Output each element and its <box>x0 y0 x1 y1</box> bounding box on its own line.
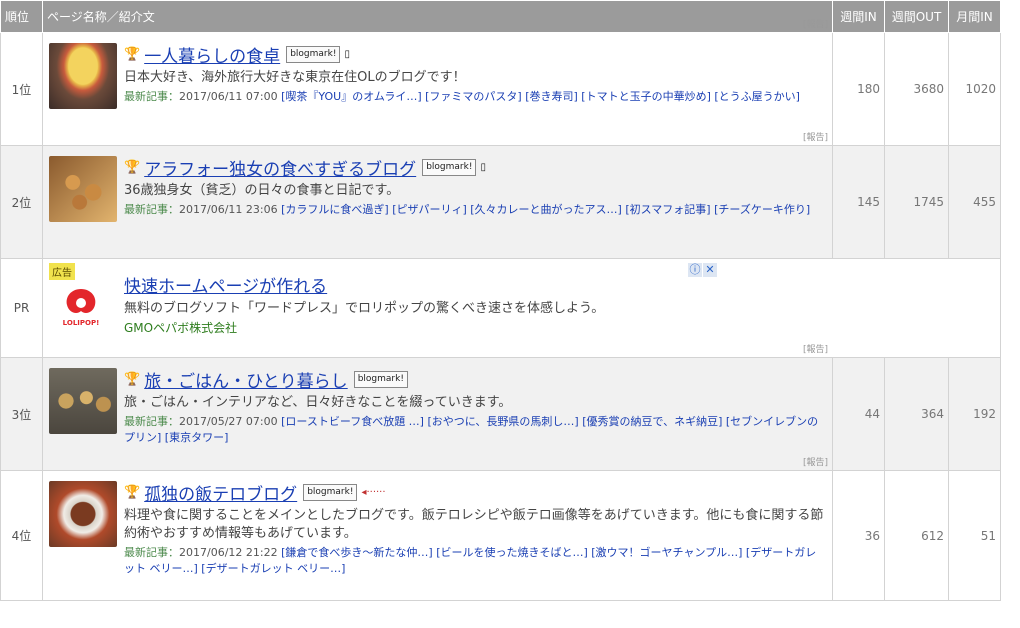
rank-cell: 1位 <box>0 32 43 146</box>
ad-controls: ⓘ ✕ <box>687 263 717 277</box>
latest-date: 2017/05/27 07:00 <box>179 415 278 428</box>
lolipop-logo[interactable]: LOLIPOP! <box>55 281 107 333</box>
week-out-value: 364 <box>884 357 949 471</box>
ad-description: 無料のブログソフト「ワードプレス」でロリポップの驚くべき速さを体感しよう。 <box>124 301 605 316</box>
table-row: 4位 🏆 孤独の飯テロブログ blogmark! ◂······ 料理や食に関す… <box>0 458 1001 601</box>
rank-cell: 3位 <box>0 357 43 471</box>
ranking-page: 順位 ページ名称／紹介文 週間IN 週間OUT 月間IN 1位 🏆 一人暮らしの… <box>0 0 1001 601</box>
latest-label: 最新記事： <box>124 90 179 103</box>
header-week-out: 週間OUT <box>884 0 949 33</box>
medal-icon: 🏆 <box>124 46 141 62</box>
blog-description: 36歳独身女（貧乏）の日々の食事と日記です。 <box>124 183 400 198</box>
svg-text:LOLIPOP!: LOLIPOP! <box>63 319 100 327</box>
article-links[interactable]: [カラフルに食べ過ぎ] [ピザパーリィ] [久々カレーと曲がったアス…] [初ス… <box>281 203 810 216</box>
latest-date: 2017/06/11 23:06 <box>179 203 278 216</box>
week-in-value: 145 <box>832 145 885 259</box>
ad-row: PR 広告 LOLIPOP! ⓘ ✕ 快速ホームページが作れる 無料のブログソフト… <box>0 258 1001 358</box>
blogmark-button[interactable]: blogmark! <box>286 45 341 63</box>
ad-close-icon[interactable]: ✕ <box>703 263 717 277</box>
blog-title-link[interactable]: アラフォー独女の食べすぎるブログ <box>144 155 416 180</box>
mobile-icon: ▯ <box>344 48 350 60</box>
latest-date: 2017/06/12 21:22 <box>179 546 278 559</box>
blog-cell: 🏆 一人暮らしの食卓 blogmark! ▯ 日本大好き、海外旅行大好きな東京在… <box>42 20 833 146</box>
latest-articles: 最新記事：2017/06/11 07:00 [喫茶『YOU』のオムライ…] [フ… <box>124 89 826 105</box>
rank-cell: PR <box>0 258 43 358</box>
table-row: 1位 🏆 一人暮らしの食卓 blogmark! ▯ 日本大好き、海外旅行大好きな… <box>0 20 1001 146</box>
blogmark-button[interactable]: blogmark! <box>303 483 358 501</box>
report-link[interactable]: [報告] <box>803 130 828 143</box>
header-week-in: 週間IN <box>832 0 885 33</box>
blog-thumbnail[interactable] <box>49 156 117 222</box>
rank-cell: 4位 <box>0 470 43 601</box>
ad-title-link[interactable]: 快速ホームページが作れる <box>124 275 604 299</box>
month-in-value: 1020 <box>948 32 1001 146</box>
latest-label: 最新記事： <box>124 546 179 559</box>
week-in-value: 180 <box>832 32 885 146</box>
article-links[interactable]: [喫茶『YOU』のオムライ…] [ファミマのパスタ] [巻き寿司] [トマトと玉… <box>281 90 800 103</box>
arrow-icon: ◂······ <box>361 486 386 498</box>
blog-title-link[interactable]: 孤独の飯テロブログ <box>144 480 297 505</box>
report-link[interactable]: [報告] <box>803 342 828 355</box>
week-out-value: 612 <box>884 470 949 601</box>
blog-title-link[interactable]: 一人暮らしの食卓 <box>144 42 280 67</box>
month-in-value: 192 <box>948 357 1001 471</box>
week-out-value: 1745 <box>884 145 949 259</box>
medal-icon: 🏆 <box>124 484 141 500</box>
header-name: ページ名称／紹介文 <box>42 0 833 33</box>
medal-icon: 🏆 <box>124 159 141 175</box>
blog-cell: 🏆 アラフォー独女の食べすぎるブログ blogmark! ▯ 36歳独身女（貧乏… <box>42 133 833 259</box>
latest-label: 最新記事： <box>124 415 179 428</box>
month-in-value: 455 <box>948 145 1001 259</box>
ad-info-icon[interactable]: ⓘ <box>688 263 702 277</box>
latest-label: 最新記事： <box>124 203 179 216</box>
ad-badge: 広告 <box>49 263 75 280</box>
report-link[interactable]: [報告] <box>803 455 828 468</box>
month-in-value: 51 <box>948 470 1001 601</box>
mobile-icon: ▯ <box>480 161 486 173</box>
blog-thumbnail[interactable] <box>49 368 117 434</box>
report-link[interactable]: [報告] <box>803 17 828 30</box>
week-in-value: 36 <box>832 470 885 601</box>
latest-articles: 最新記事：2017/05/27 07:00 [ローストビーフ食べ放題 …] [お… <box>124 414 826 446</box>
blogmark-button[interactable]: blogmark! <box>422 158 477 176</box>
table-header: 順位 ページ名称／紹介文 週間IN 週間OUT 月間IN <box>0 0 1001 33</box>
blog-thumbnail[interactable] <box>49 43 117 109</box>
latest-date: 2017/06/11 07:00 <box>179 90 278 103</box>
week-in-value: 44 <box>832 357 885 471</box>
blogmark-button[interactable]: blogmark! <box>353 370 408 388</box>
table-row: 2位 🏆 アラフォー独女の食べすぎるブログ blogmark! ▯ 36歳独身女… <box>0 133 1001 259</box>
latest-articles: 最新記事：2017/06/12 21:22 [鎌倉で食べ歩き〜新たな仲…] [ビ… <box>124 545 826 577</box>
blog-description: 日本大好き、海外旅行大好きな東京在住OLのブログです！ <box>124 70 466 85</box>
blog-thumbnail[interactable] <box>49 481 117 547</box>
blog-cell: 🏆 旅・ごはん・ひとり暮らし blogmark! 旅・ごはん・インテリアなど、日… <box>42 345 833 471</box>
ad-cell: 広告 LOLIPOP! ⓘ ✕ 快速ホームページが作れる 無料のブログソフト「ワー… <box>42 258 1001 358</box>
medal-icon: 🏆 <box>124 371 141 387</box>
ad-company[interactable]: GMOペパボ株式会社 <box>124 319 604 337</box>
blog-title-link[interactable]: 旅・ごはん・ひとり暮らし <box>144 367 348 392</box>
blog-cell: 🏆 孤独の飯テロブログ blogmark! ◂······ 料理や食に関すること… <box>42 458 833 601</box>
blog-description: 料理や食に関することをメインとしたブログです。飯テロレシピや飯テロ画像等をあげて… <box>124 508 824 541</box>
table-row: 3位 🏆 旅・ごはん・ひとり暮らし blogmark! 旅・ごはん・インテリアな… <box>0 345 1001 471</box>
ranking-table: 順位 ページ名称／紹介文 週間IN 週間OUT 月間IN 1位 🏆 一人暮らしの… <box>0 0 1001 601</box>
week-out-value: 3680 <box>884 32 949 146</box>
header-rank: 順位 <box>0 0 43 33</box>
blog-description: 旅・ごはん・インテリアなど、日々好きなことを綴っていきます。 <box>124 395 512 410</box>
header-month-in: 月間IN <box>948 0 1001 33</box>
latest-articles: 最新記事：2017/06/11 23:06 [カラフルに食べ過ぎ] [ピザパーリ… <box>124 202 826 218</box>
rank-cell: 2位 <box>0 145 43 259</box>
